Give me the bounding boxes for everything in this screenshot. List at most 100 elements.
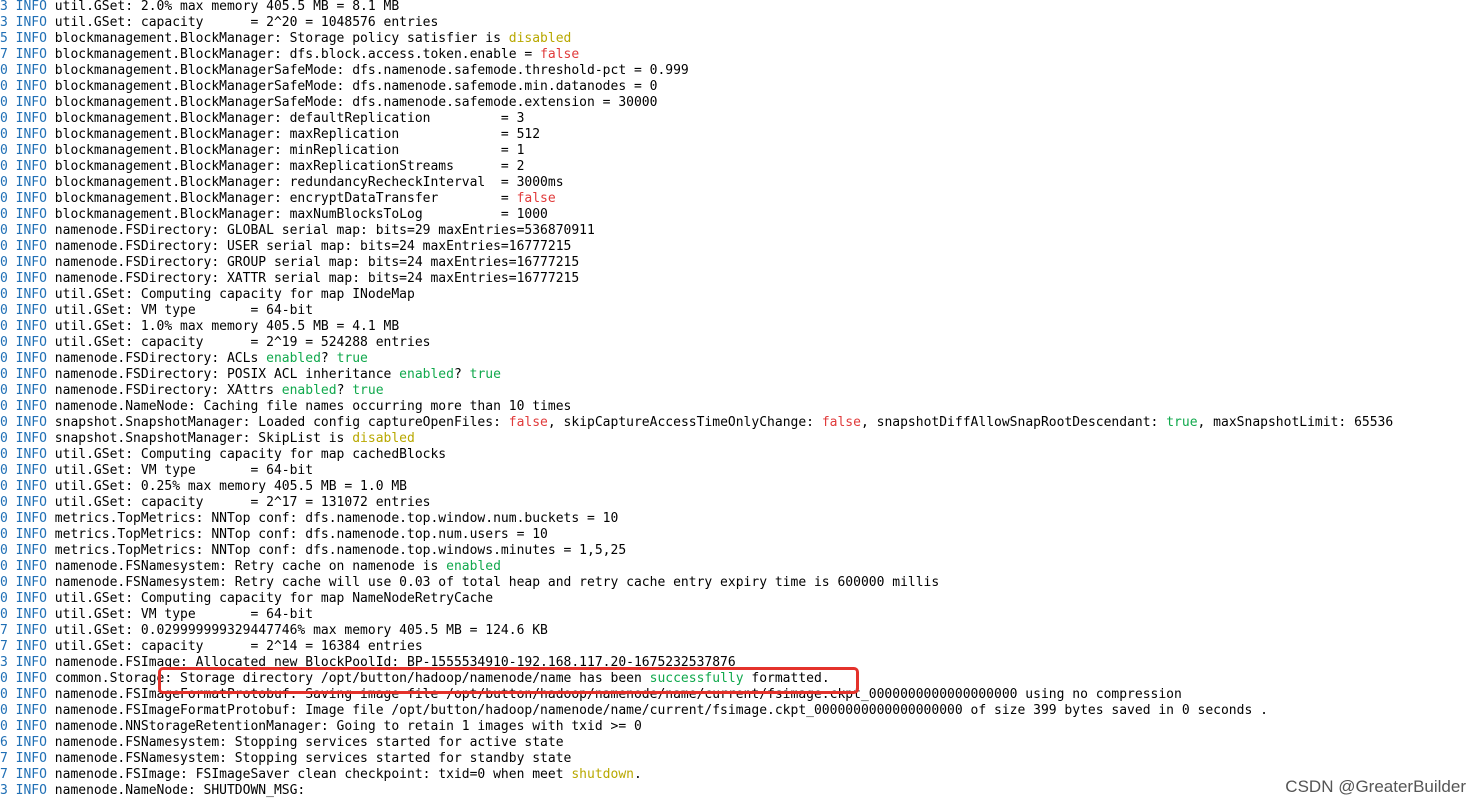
log-level-prefix: 0 INFO xyxy=(0,287,47,302)
log-level-prefix: 7 INFO xyxy=(0,47,47,62)
log-text-segment: util.GSet: VM type = 64-bit xyxy=(46,607,314,622)
log-text-segment: blockmanagement.BlockManager: dfs.block.… xyxy=(46,47,541,62)
log-level-prefix: 0 INFO xyxy=(0,207,47,222)
log-level-prefix: 0 INFO xyxy=(0,95,47,110)
log-text-segment: metrics.TopMetrics: NNTop conf: dfs.name… xyxy=(46,543,627,558)
log-level-prefix: 0 INFO xyxy=(0,335,47,350)
terminal-line: 0 INFO util.GSet: capacity = 2^19 = 5242… xyxy=(0,335,430,351)
log-text-segment: blockmanagement.BlockManager: defaultRep… xyxy=(46,111,525,126)
log-text-segment: shutdown xyxy=(571,767,634,782)
log-text-segment: enabled xyxy=(399,367,454,382)
log-text-segment: namenode.FSImage: Allocated new BlockPoo… xyxy=(46,655,736,670)
log-text-segment: blockmanagement.BlockManagerSafeMode: df… xyxy=(46,95,658,110)
log-text-segment: util.GSet: Computing capacity for map IN… xyxy=(46,287,415,302)
terminal-line: 0 INFO namenode.FSDirectory: GLOBAL seri… xyxy=(0,223,595,239)
terminal-line: 5 INFO blockmanagement.BlockManager: Sto… xyxy=(0,31,571,47)
terminal-line: 0 INFO namenode.FSNamesystem: Retry cach… xyxy=(0,575,939,591)
log-level-prefix: 7 INFO xyxy=(0,751,47,766)
terminal-line: 0 INFO namenode.FSDirectory: XAttrs enab… xyxy=(0,383,384,399)
log-text-segment: false xyxy=(508,415,548,430)
terminal-line: 0 INFO util.GSet: 0.25% max memory 405.5… xyxy=(0,479,407,495)
terminal-line: 0 INFO metrics.TopMetrics: NNTop conf: d… xyxy=(0,527,548,543)
log-level-prefix: 0 INFO xyxy=(0,703,47,718)
log-level-prefix: 0 INFO xyxy=(0,79,47,94)
log-text-segment: namenode.FSNamesystem: Stopping services… xyxy=(46,735,564,750)
log-level-prefix: 0 INFO xyxy=(0,239,47,254)
log-level-prefix: 0 INFO xyxy=(0,671,47,686)
terminal-line: 0 INFO namenode.FSDirectory: POSIX ACL i… xyxy=(0,367,501,383)
terminal-line: 0 INFO metrics.TopMetrics: NNTop conf: d… xyxy=(0,511,618,527)
log-text-segment: namenode.NNStorageRetentionManager: Goin… xyxy=(46,719,642,734)
log-level-prefix: 0 INFO xyxy=(0,527,47,542)
terminal-line: 0 INFO util.GSet: capacity = 2^17 = 1310… xyxy=(0,495,430,511)
log-text-segment: . xyxy=(633,767,642,782)
log-level-prefix: 0 INFO xyxy=(0,511,47,526)
log-text-segment: namenode.FSNamesystem: Retry cache on na… xyxy=(46,559,447,574)
log-text-segment: namenode.FSDirectory: GROUP serial map: … xyxy=(46,255,580,270)
log-text-segment: true xyxy=(469,367,501,382)
terminal-line: 0 INFO namenode.FSDirectory: USER serial… xyxy=(0,239,571,255)
log-text-segment: blockmanagement.BlockManager: Storage po… xyxy=(46,31,509,46)
log-text-segment: ? xyxy=(320,351,337,366)
log-text-segment: namenode.FSImageFormatProtobuf: Image fi… xyxy=(46,703,1268,718)
log-text-segment: , skipCaptureAccessTimeOnlyChange: xyxy=(547,415,822,430)
log-level-prefix: 5 INFO xyxy=(0,31,47,46)
log-text-segment: namenode.FSDirectory: USER serial map: b… xyxy=(46,239,572,254)
log-level-prefix: 0 INFO xyxy=(0,607,47,622)
log-text-segment: ? xyxy=(453,367,470,382)
log-text-segment: namenode.FSDirectory: GLOBAL serial map:… xyxy=(46,223,595,238)
terminal-line: 0 INFO snapshot.SnapshotManager: Loaded … xyxy=(0,415,1393,431)
log-level-prefix: 0 INFO xyxy=(0,447,47,462)
terminal-line: 0 INFO blockmanagement.BlockManager: max… xyxy=(0,127,540,143)
log-text-segment: disabled xyxy=(508,31,572,46)
terminal-line: 0 INFO namenode.FSImageFormatProtobuf: I… xyxy=(0,703,1268,719)
log-level-prefix: 0 INFO xyxy=(0,543,47,558)
terminal-line: 0 INFO blockmanagement.BlockManagerSafeM… xyxy=(0,79,657,95)
log-level-prefix: 0 INFO xyxy=(0,463,47,478)
terminal-line: 0 INFO common.Storage: Storage directory… xyxy=(0,671,830,687)
log-text-segment: blockmanagement.BlockManager: encryptDat… xyxy=(46,191,517,206)
log-level-prefix: 6 INFO xyxy=(0,735,47,750)
terminal-line: 0 INFO blockmanagement.BlockManager: max… xyxy=(0,159,524,175)
log-level-prefix: 3 INFO xyxy=(0,0,47,14)
terminal-line: 7 INFO blockmanagement.BlockManager: dfs… xyxy=(0,47,579,63)
log-level-prefix: 0 INFO xyxy=(0,383,47,398)
terminal-line: 0 INFO namenode.FSDirectory: GROUP seria… xyxy=(0,255,579,271)
log-level-prefix: 0 INFO xyxy=(0,559,47,574)
log-text-segment: namenode.NameNode: SHUTDOWN_MSG: xyxy=(46,783,306,798)
log-level-prefix: 0 INFO xyxy=(0,175,47,190)
log-level-prefix: 0 INFO xyxy=(0,111,47,126)
terminal-line: 0 INFO util.GSet: Computing capacity for… xyxy=(0,287,415,303)
log-text-segment: disabled xyxy=(352,431,415,446)
log-text-segment: namenode.FSDirectory: POSIX ACL inherita… xyxy=(46,367,400,382)
log-text-segment: util.GSet: capacity = 2^14 = 16384 entri… xyxy=(46,639,423,654)
log-level-prefix: 0 INFO xyxy=(0,159,47,174)
terminal-line: 3 INFO util.GSet: capacity = 2^20 = 1048… xyxy=(0,15,438,31)
terminal-line: 0 INFO blockmanagement.BlockManagerSafeM… xyxy=(0,63,689,79)
terminal-line: 0 INFO namenode.FSNamesystem: Retry cach… xyxy=(0,559,501,575)
terminal-line: 0 INFO snapshot.SnapshotManager: SkipLis… xyxy=(0,431,415,447)
log-text-segment: true xyxy=(1166,415,1198,430)
log-text-segment: util.GSet: capacity = 2^17 = 131072 entr… xyxy=(46,495,431,510)
log-text-segment: util.GSet: VM type = 64-bit xyxy=(46,303,314,318)
log-text-segment: false xyxy=(516,191,556,206)
log-level-prefix: 0 INFO xyxy=(0,687,47,702)
log-text-segment: metrics.TopMetrics: NNTop conf: dfs.name… xyxy=(46,511,619,526)
log-level-prefix: 3 INFO xyxy=(0,783,47,798)
log-level-prefix: 0 INFO xyxy=(0,399,47,414)
log-text-segment: snapshot.SnapshotManager: Loaded config … xyxy=(46,415,509,430)
log-text-segment: blockmanagement.BlockManagerSafeMode: df… xyxy=(46,79,658,94)
terminal-window[interactable]: 3 INFO util.GSet: 2.0% max memory 405.5 … xyxy=(0,0,1482,805)
log-text-segment: , maxSnapshotLimit: 65536 xyxy=(1197,415,1394,430)
terminal-line: 7 INFO util.GSet: 0.029999999329447746% … xyxy=(0,623,548,639)
terminal-line: 3 INFO namenode.NameNode: SHUTDOWN_MSG: xyxy=(0,783,305,799)
log-level-prefix: 0 INFO xyxy=(0,415,47,430)
terminal-line: 0 INFO util.GSet: VM type = 64-bit xyxy=(0,303,313,319)
terminal-line: 0 INFO blockmanagement.BlockManager: max… xyxy=(0,207,548,223)
log-text-segment: util.GSet: 0.25% max memory 405.5 MB = 1… xyxy=(46,479,407,494)
terminal-line: 3 INFO util.GSet: 2.0% max memory 405.5 … xyxy=(0,0,399,15)
log-level-prefix: 0 INFO xyxy=(0,255,47,270)
terminal-line: 0 INFO blockmanagement.BlockManagerSafeM… xyxy=(0,95,657,111)
log-text-segment: namenode.FSImageFormatProtobuf: Saving i… xyxy=(46,687,1182,702)
log-text-segment: blockmanagement.BlockManager: maxReplica… xyxy=(46,159,525,174)
